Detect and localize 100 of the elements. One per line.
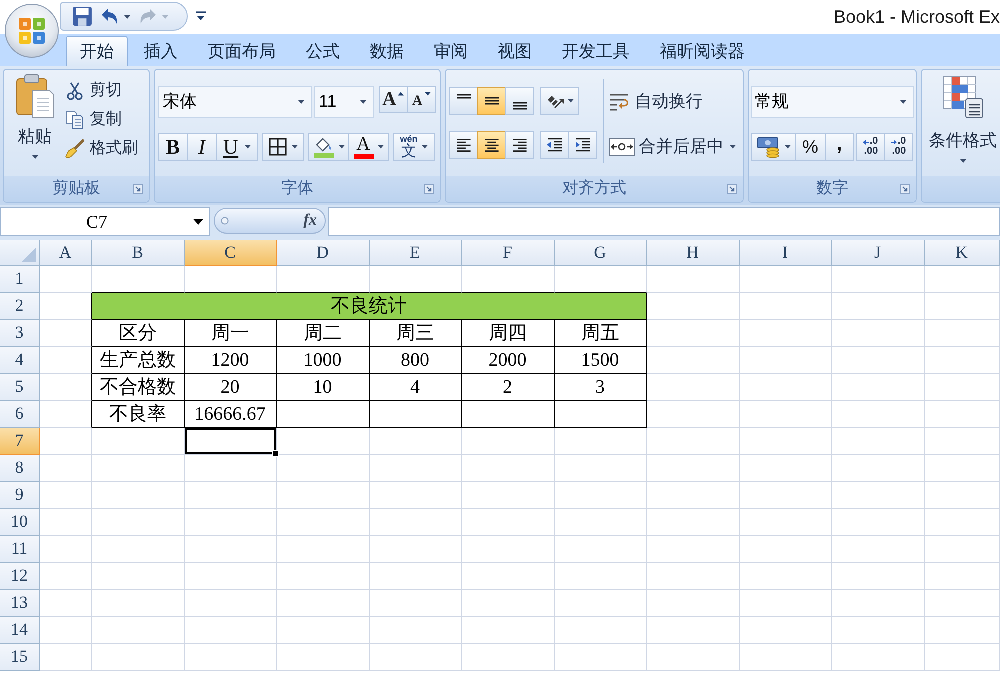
increase-decimal-button[interactable]: .0 .00 bbox=[856, 133, 885, 161]
row-header[interactable]: 10 bbox=[0, 509, 40, 536]
column-header[interactable]: D bbox=[277, 240, 370, 266]
office-logo-icon bbox=[17, 16, 47, 46]
number-format-field[interactable]: 常规 bbox=[751, 86, 914, 118]
column-header[interactable]: A bbox=[40, 240, 92, 266]
caret-icon bbox=[124, 14, 131, 18]
orientation-button[interactable] bbox=[540, 87, 579, 115]
font-name-field[interactable]: 宋体 bbox=[158, 86, 312, 118]
increase-indent-button[interactable] bbox=[568, 131, 597, 159]
ribbon-tab[interactable]: 福昕阅读器 bbox=[646, 36, 759, 66]
underline-button[interactable]: U bbox=[216, 133, 258, 161]
grid-cell[interactable] bbox=[40, 401, 92, 428]
column-header[interactable]: G bbox=[554, 240, 647, 266]
align-bottom-icon bbox=[512, 102, 526, 110]
conditional-format-button[interactable]: 条件格式 bbox=[924, 75, 1000, 176]
vertical-align-button[interactable] bbox=[449, 87, 478, 115]
grid-cell[interactable] bbox=[40, 374, 92, 401]
office-button[interactable] bbox=[5, 4, 59, 58]
copy-button[interactable]: 复制 bbox=[65, 107, 138, 133]
caret-icon bbox=[900, 100, 907, 104]
column-header[interactable]: I bbox=[740, 240, 832, 266]
row-header[interactable]: 11 bbox=[0, 536, 40, 563]
formula-input[interactable] bbox=[328, 207, 1000, 236]
row-header[interactable]: 4 bbox=[0, 347, 40, 374]
caret-icon bbox=[784, 145, 790, 149]
column-header[interactable]: J bbox=[832, 240, 924, 266]
font-size-field[interactable]: 11 bbox=[314, 86, 374, 118]
indent-left-icon bbox=[546, 137, 564, 153]
insert-function-button[interactable]: fx bbox=[304, 213, 317, 229]
cut-button[interactable]: 剪切 bbox=[65, 78, 138, 104]
column-header[interactable]: B bbox=[92, 240, 184, 266]
dialog-launcher-icon[interactable] bbox=[133, 184, 143, 194]
dialog-launcher-icon[interactable] bbox=[727, 184, 737, 194]
horizontal-align-button[interactable] bbox=[449, 131, 478, 159]
row-header[interactable]: 2 bbox=[0, 293, 40, 320]
align-top-icon bbox=[456, 94, 470, 99]
table-cell: 不良率 bbox=[92, 401, 184, 428]
row-header[interactable]: 6 bbox=[0, 401, 40, 428]
caret-icon bbox=[360, 100, 367, 104]
name-box[interactable]: C7 bbox=[0, 207, 210, 236]
group-label: 字体 bbox=[282, 181, 314, 197]
horizontal-align-button[interactable] bbox=[505, 131, 534, 159]
grid-cell[interactable] bbox=[40, 320, 92, 347]
row-header[interactable]: 3 bbox=[0, 320, 40, 347]
fill-color-button[interactable] bbox=[308, 133, 349, 161]
paint-bucket-icon bbox=[312, 136, 334, 158]
shrink-font-button[interactable]: A bbox=[407, 86, 436, 113]
row-header[interactable]: 5 bbox=[0, 374, 40, 401]
ribbon-tab[interactable]: 视图 bbox=[484, 36, 546, 66]
vertical-align-button[interactable] bbox=[477, 87, 506, 115]
ribbon-tab[interactable]: 审阅 bbox=[420, 36, 482, 66]
row-header[interactable]: 13 bbox=[0, 590, 40, 617]
font-color-button[interactable]: A bbox=[348, 133, 389, 161]
row-header[interactable]: 14 bbox=[0, 617, 40, 644]
row-header[interactable]: 15 bbox=[0, 644, 40, 671]
fill-handle[interactable] bbox=[272, 450, 279, 457]
phonetic-guide-button[interactable]: wén 文 bbox=[393, 133, 435, 161]
column-header[interactable]: H bbox=[647, 240, 740, 266]
ribbon-tab[interactable]: 数据 bbox=[356, 36, 418, 66]
horizontal-align-button[interactable] bbox=[477, 131, 506, 159]
ribbon-tab[interactable]: 公式 bbox=[292, 36, 354, 66]
active-cell[interactable] bbox=[184, 428, 277, 455]
format-painter-button[interactable]: 格式刷 bbox=[65, 136, 138, 162]
dialog-launcher-icon[interactable] bbox=[900, 184, 910, 194]
accounting-format-button[interactable] bbox=[751, 133, 796, 161]
save-button[interactable] bbox=[72, 4, 93, 28]
color-bar-icon bbox=[354, 154, 374, 159]
merge-center-button[interactable]: 合并后居中 bbox=[609, 132, 736, 161]
decrease-indent-button[interactable] bbox=[540, 131, 569, 159]
paste-button[interactable]: 粘贴 bbox=[10, 73, 60, 169]
ribbon-tab[interactable]: 页面布局 bbox=[194, 36, 290, 66]
table-cell: 2000 bbox=[462, 347, 554, 374]
ribbon-tab[interactable]: 插入 bbox=[130, 36, 192, 66]
column-header[interactable]: E bbox=[370, 240, 462, 266]
grid-cell[interactable] bbox=[40, 293, 92, 320]
column-header[interactable]: F bbox=[462, 240, 554, 266]
row-header[interactable]: 9 bbox=[0, 482, 40, 509]
borders-button[interactable] bbox=[262, 133, 304, 161]
percent-button[interactable]: % bbox=[795, 133, 826, 161]
vertical-align-button[interactable] bbox=[505, 87, 534, 115]
row-header[interactable]: 12 bbox=[0, 563, 40, 590]
comma-style-button[interactable]: , bbox=[825, 133, 854, 161]
customize-toolbar-button[interactable] bbox=[195, 10, 207, 22]
row-header[interactable]: 8 bbox=[0, 455, 40, 482]
ribbon-tab[interactable]: 开始 bbox=[66, 36, 128, 66]
ribbon-tab[interactable]: 开发工具 bbox=[548, 36, 644, 66]
row-header[interactable]: 7 bbox=[0, 428, 40, 455]
wrap-text-button[interactable]: 自动换行 bbox=[609, 87, 736, 116]
select-all-button[interactable] bbox=[0, 240, 40, 266]
dialog-launcher-icon[interactable] bbox=[424, 184, 434, 194]
column-header[interactable]: C bbox=[184, 240, 277, 266]
grow-font-button[interactable]: A bbox=[379, 86, 408, 113]
italic-button[interactable]: I bbox=[187, 133, 217, 161]
column-header[interactable]: K bbox=[924, 240, 1000, 266]
row-header[interactable]: 1 bbox=[0, 266, 40, 293]
caret-icon bbox=[422, 145, 428, 149]
grid-cell[interactable] bbox=[40, 347, 92, 374]
decrease-decimal-button[interactable]: .0 .00 bbox=[884, 133, 913, 161]
bold-button[interactable]: B bbox=[158, 133, 188, 161]
